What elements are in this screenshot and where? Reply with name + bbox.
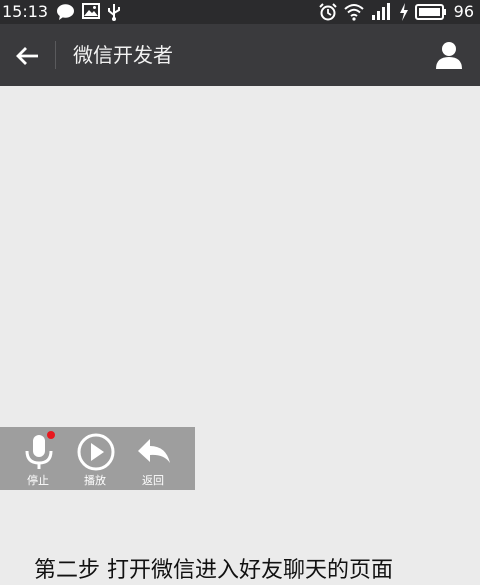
profile-button[interactable] (434, 40, 464, 70)
page-title: 微信开发者 (73, 43, 173, 67)
microphone-icon (25, 431, 55, 469)
battery-level: 96 (453, 2, 474, 21)
status-time: 15:13 (2, 2, 49, 21)
charging-icon (399, 3, 409, 25)
play-button[interactable]: 播放 (66, 427, 124, 490)
back-button[interactable] (12, 40, 44, 72)
arrow-left-icon (16, 47, 38, 65)
voice-toolbar: 停止 播放 返回 (0, 427, 195, 490)
wifi-icon (344, 3, 364, 25)
image-icon (82, 3, 100, 23)
return-button[interactable]: 返回 (124, 427, 182, 490)
usb-icon (107, 3, 121, 25)
chat-bubble-icon (56, 3, 75, 25)
play-label: 播放 (84, 474, 106, 487)
alarm-icon (319, 3, 337, 25)
content-area (0, 86, 480, 571)
stop-label: 停止 (27, 474, 49, 487)
recording-indicator (47, 431, 55, 439)
signal-icon (370, 3, 392, 25)
step-caption: 第二步 打开微信进入好友聊天的页面 (34, 558, 393, 583)
stop-button[interactable]: 停止 (9, 427, 67, 490)
status-bar: 15:13 96 (0, 0, 480, 24)
app-header: 微信开发者 (0, 24, 480, 86)
header-divider (55, 41, 56, 69)
battery-icon (415, 4, 447, 24)
person-icon (436, 42, 462, 69)
play-icon (77, 433, 115, 471)
return-label: 返回 (142, 474, 164, 487)
reply-icon (138, 439, 170, 463)
